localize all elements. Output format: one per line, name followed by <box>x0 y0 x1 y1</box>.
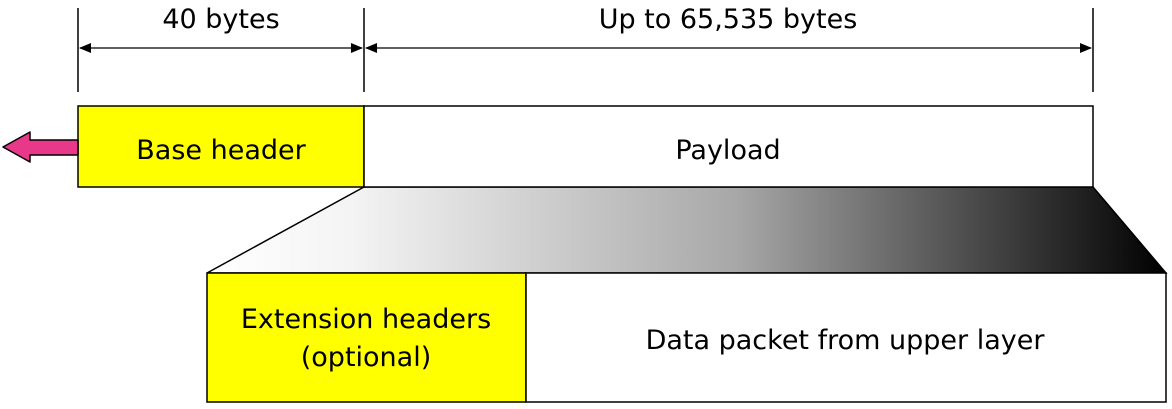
extension-headers-box <box>206 272 527 403</box>
payload-expansion-fan <box>206 186 1168 274</box>
payload-label: Payload <box>675 135 780 166</box>
ipv6-datagram-diagram: 40 bytes Up to 65,535 bytes Base header … <box>0 0 1172 409</box>
payload-size-label: Up to 65,535 bytes <box>599 4 858 35</box>
base-header-label: Base header <box>136 135 306 166</box>
diagram-svg: 40 bytes Up to 65,535 bytes Base header … <box>2 4 1168 403</box>
direction-arrow-icon <box>2 131 79 163</box>
header-size-label: 40 bytes <box>162 4 279 35</box>
data-packet-label: Data packet from upper layer <box>646 325 1046 356</box>
extension-headers-optional-label: (optional) <box>301 342 432 373</box>
extension-headers-label: Extension headers <box>241 304 491 335</box>
